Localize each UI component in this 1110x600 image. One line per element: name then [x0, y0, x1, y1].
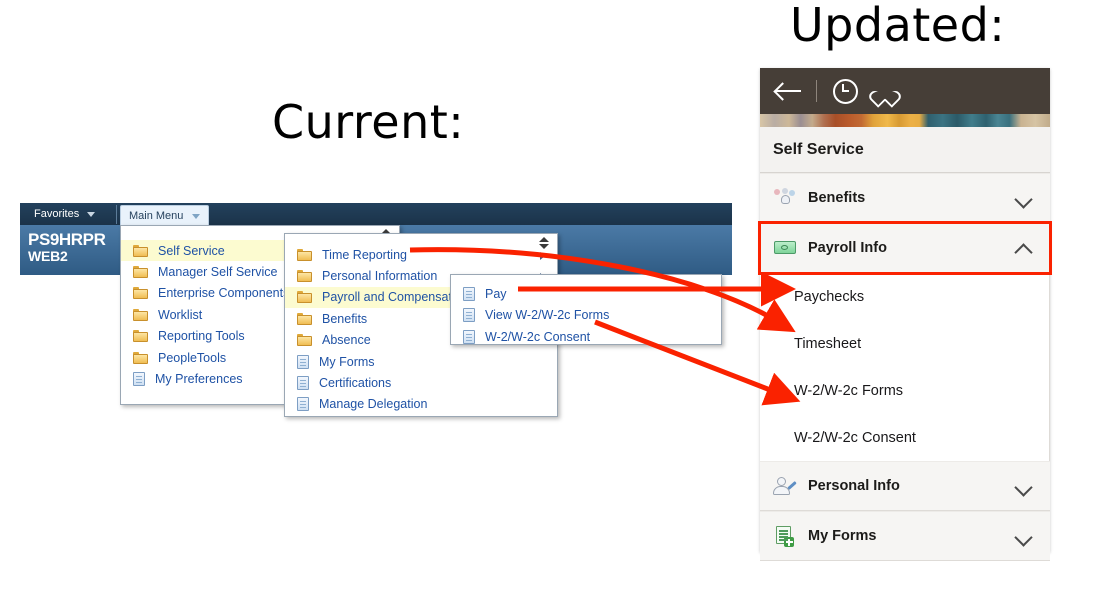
chevron-down-icon[interactable] [1014, 190, 1033, 209]
menu-item-label: Time Reporting [322, 247, 407, 262]
menu-level3-items: Pay View W-2/W-2c Forms W-2/W-2c Consent [451, 283, 721, 348]
nav-row-payroll-info[interactable]: Payroll Info [758, 221, 1052, 275]
menu-item-label: My Preferences [155, 372, 243, 387]
main-menu-level3[interactable]: Pay View W-2/W-2c Forms W-2/W-2c Consent [450, 274, 722, 345]
menu-item-label: W-2/W-2c Consent [485, 329, 591, 344]
menu-item[interactable]: Pay [451, 283, 721, 305]
nav-subitem-label: Timesheet [794, 335, 862, 352]
menu-item-label: Manager Self Service [158, 265, 278, 280]
nav-row-label: My Forms [808, 528, 877, 544]
nav-subitem-timesheet[interactable]: Timesheet [760, 320, 1049, 367]
folder-icon [133, 287, 148, 300]
folder-icon [133, 244, 148, 257]
menu-item-label: Certifications [319, 376, 392, 391]
menu-item[interactable]: Time Reporting [285, 244, 557, 265]
nav-subitem-label: W-2/W-2c Forms [794, 382, 904, 399]
fluid-page-title: Self Service [760, 127, 1050, 173]
payroll-children-list: Paychecks Timesheet W-2/W-2c Forms W-2/W… [760, 273, 1050, 461]
folder-icon [133, 330, 148, 343]
fluid-self-service-panel: Self Service Benefits Payroll Info Paych… [758, 68, 1052, 561]
favorites-label: Favorites [34, 208, 80, 220]
menu-divider [116, 205, 117, 224]
nav-row-label: Payroll Info [808, 240, 887, 256]
page-icon [463, 308, 475, 323]
chevron-down-icon[interactable] [1014, 528, 1033, 547]
menu-item-label: Reporting Tools [158, 329, 245, 344]
folder-icon [133, 266, 148, 279]
environment-node: WEB2 [28, 248, 68, 264]
chevron-up-icon[interactable] [1014, 243, 1033, 262]
page-icon [297, 354, 309, 369]
nav-row-my-forms[interactable]: My Forms [760, 511, 1050, 561]
page-icon [133, 372, 145, 387]
folder-icon [133, 351, 148, 364]
folder-icon [297, 270, 312, 283]
page-icon [463, 329, 475, 344]
recent-clock-icon[interactable] [833, 78, 858, 104]
menu-item-label: PeopleTools [158, 350, 227, 365]
header-divider [816, 80, 817, 102]
chevron-down-icon [87, 211, 96, 217]
main-menu-tab[interactable]: Main Menu [120, 205, 210, 226]
menu-item-label: Absence [322, 333, 371, 348]
fluid-page-title-label: Self Service [773, 140, 864, 158]
menu-item[interactable]: Certifications [285, 372, 557, 393]
nav-row-benefits[interactable]: Benefits [760, 173, 1050, 223]
screenshot-stage: Current: Updated: Favorites Main Menu PS… [0, 0, 1110, 600]
page-title-updated: Updated: [790, 0, 1006, 52]
payroll-money-icon [773, 237, 797, 259]
benefits-icon [773, 187, 797, 209]
menu-item-label: Benefits [322, 311, 368, 326]
fluid-nav-list: Benefits Payroll Info Paychecks Timeshee… [758, 173, 1052, 561]
nav-subitem-w2-forms[interactable]: W-2/W-2c Forms [760, 367, 1049, 414]
menu-item-label: Worklist [158, 307, 203, 322]
environment-logo: PS9HRPR WEB2 [28, 231, 106, 265]
page-icon [297, 376, 309, 391]
folder-icon [297, 248, 312, 261]
menu-item-label: Pay [485, 286, 507, 301]
page-icon [463, 286, 475, 301]
menu-item[interactable]: My Forms [285, 351, 557, 372]
menu-item-label: Personal Information [322, 269, 438, 284]
nav-row-personal-info[interactable]: Personal Info [760, 461, 1050, 511]
menu-item-label: Manage Delegation [319, 397, 428, 412]
page-icon [297, 397, 309, 412]
menu-item[interactable]: W-2/W-2c Consent [451, 326, 721, 348]
chevron-down-icon[interactable] [1014, 478, 1033, 497]
menu-item-label: View W-2/W-2c Forms [485, 308, 610, 323]
menu-item-label: My Forms [319, 354, 375, 369]
folder-icon [133, 308, 148, 321]
environment-name: PS9HRPR [28, 230, 106, 249]
menu-item-label: Enterprise Components [158, 286, 290, 301]
main-menu-label: Main Menu [129, 210, 184, 222]
folder-icon [297, 291, 312, 304]
folder-icon [297, 334, 312, 347]
nav-subitem-label: Paychecks [794, 288, 865, 305]
submenu-arrow-icon [540, 252, 545, 260]
folder-icon [297, 312, 312, 325]
menu-item[interactable]: View W-2/W-2c Forms [451, 305, 721, 327]
menu-item-label: Payroll and Compensation [322, 290, 469, 305]
page-title-current: Current: [272, 95, 465, 149]
nav-subitem-w2-consent[interactable]: W-2/W-2c Consent [760, 414, 1049, 461]
forms-add-icon [773, 525, 797, 547]
fluid-header-bar [760, 68, 1050, 114]
nav-row-label: Benefits [808, 190, 866, 206]
person-edit-icon [773, 475, 797, 497]
nav-subitem-label: W-2/W-2c Consent [794, 429, 916, 446]
chevron-down-icon [192, 213, 201, 219]
favorites-heart-icon[interactable] [874, 81, 897, 102]
nav-subitem-paychecks[interactable]: Paychecks [760, 273, 1049, 320]
back-arrow-icon[interactable] [776, 81, 802, 101]
banner-strip-image [760, 114, 1050, 127]
nav-row-label: Personal Info [808, 478, 900, 494]
menu-item[interactable]: Manage Delegation [285, 394, 557, 415]
favorites-menu[interactable]: Favorites [28, 206, 104, 223]
menu-item-label: Self Service [158, 243, 225, 258]
